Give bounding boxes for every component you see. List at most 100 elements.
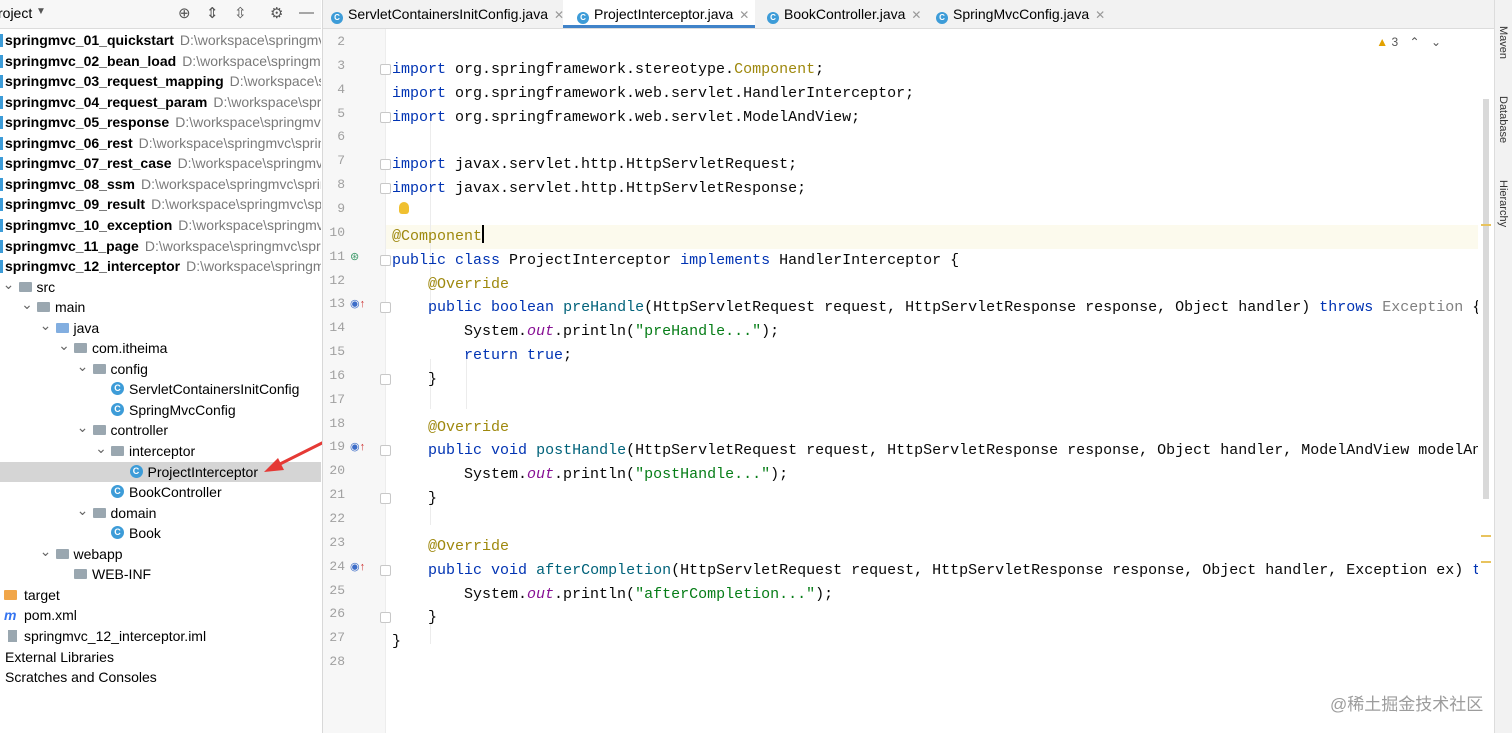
- scrollbar-thumb[interactable]: [1483, 99, 1489, 499]
- override-icon[interactable]: ◉↑: [350, 440, 365, 453]
- code-line[interactable]: System.out.println("afterCompletion...")…: [392, 583, 833, 607]
- chevron-down-icon[interactable]: ⌄: [1431, 35, 1441, 49]
- tree-item[interactable]: Scratches and Consoles: [0, 667, 321, 687]
- warning-marker[interactable]: [1481, 535, 1491, 537]
- folder-icon: [92, 363, 106, 374]
- tree-item[interactable]: springmvc_12_interceptor D:\workspace\spr…: [0, 256, 321, 276]
- tree-item-label: SpringMvcConfig: [129, 401, 236, 418]
- tree-item[interactable]: springmvc_01_quickstart D:\workspace\spri…: [0, 30, 321, 50]
- warning-marker[interactable]: [1481, 224, 1491, 226]
- tree-item[interactable]: External Libraries: [0, 647, 321, 667]
- chevron-up-icon[interactable]: ⌃: [1410, 35, 1420, 49]
- chevron-down-icon[interactable]: ⌄: [77, 417, 89, 437]
- tree-item[interactable]: ⌄ interceptor: [0, 438, 321, 461]
- tree-item[interactable]: ⌄ com.itheima: [0, 335, 321, 358]
- code-line[interactable]: @Override: [392, 416, 509, 440]
- code-line[interactable]: }: [392, 368, 437, 392]
- tree-item[interactable]: ⌄ src: [0, 274, 321, 297]
- tree-item[interactable]: target: [0, 585, 321, 605]
- tree-item[interactable]: ⌄ webapp: [0, 541, 321, 564]
- chevron-down-icon[interactable]: ⌄: [77, 356, 89, 376]
- tree-item[interactable]: WEB-INF: [0, 564, 321, 584]
- code-line[interactable]: System.out.println("preHandle...");: [392, 320, 779, 344]
- tree-item-class[interactable]: C BookController: [0, 482, 321, 502]
- chevron-down-icon[interactable]: ⌄: [3, 274, 15, 294]
- tree-item[interactable]: springmvc_05_response D:\workspace\spring…: [0, 112, 321, 132]
- tab-book-controller[interactable]: C BookController.java ✕: [767, 0, 921, 28]
- tree-item[interactable]: springmvc_08_ssm D:\workspace\springmvc\s…: [0, 174, 321, 194]
- folder-icon: [74, 343, 87, 354]
- tree-item[interactable]: m pom.xml: [0, 605, 321, 625]
- code-line[interactable]: }: [392, 606, 437, 630]
- code-line[interactable]: @Component: [392, 224, 485, 249]
- tree-item[interactable]: springmvc_04_request_param D:\workspace\s…: [0, 92, 321, 112]
- tree-item-class[interactable]: C SpringMvcConfig: [0, 400, 321, 420]
- code-line[interactable]: public class ProjectInterceptor implemen…: [392, 249, 959, 273]
- maven-tool-button[interactable]: Maven: [1497, 26, 1509, 59]
- code-line[interactable]: @Override: [392, 273, 509, 297]
- collapse-all-icon[interactable]: ⇳: [234, 4, 247, 22]
- tree-item[interactable]: ⌄ controller: [0, 417, 321, 440]
- error-stripe[interactable]: [1477, 29, 1495, 733]
- tree-item-label: ServletContainersInitConfig: [129, 381, 300, 398]
- chevron-down-icon[interactable]: ⌄: [77, 500, 89, 520]
- inspection-widget[interactable]: ▲ 3 ⌃ ⌄: [1376, 35, 1441, 49]
- hierarchy-tool-button[interactable]: Hierarchy: [1497, 180, 1509, 227]
- project-panel-title[interactable]: roject: [0, 5, 32, 21]
- close-icon[interactable]: ✕: [911, 8, 921, 22]
- chevron-down-icon[interactable]: ▼: [36, 6, 46, 17]
- code-line[interactable]: public void afterCompletion(HttpServletR…: [392, 559, 1478, 583]
- tree-item[interactable]: ⌄ config: [0, 356, 321, 379]
- warning-marker[interactable]: [1481, 561, 1491, 563]
- tab-project-interceptor[interactable]: C ProjectInterceptor.java ✕: [563, 0, 756, 28]
- tree-item[interactable]: springmvc_02_bean_load D:\workspace\sprin…: [0, 51, 321, 71]
- code-line[interactable]: import org.springframework.stereotype.Co…: [392, 58, 824, 82]
- code-line[interactable]: System.out.println("postHandle...");: [392, 463, 788, 487]
- chevron-down-icon[interactable]: ⌄: [58, 335, 70, 355]
- chevron-down-icon[interactable]: ⌄: [21, 294, 33, 314]
- tree-item[interactable]: springmvc_07_rest_case D:\workspace\sprin…: [0, 153, 321, 173]
- tree-item[interactable]: springmvc_09_result D:\workspace\springmv…: [0, 194, 321, 214]
- tree-item-class[interactable]: C ProjectInterceptor: [0, 461, 321, 482]
- code-line[interactable]: @Override: [392, 535, 509, 559]
- tree-item-label: springmvc_07_rest_case D:\workspace\sprin…: [5, 153, 321, 173]
- tree-item[interactable]: springmvc_06_rest D:\workspace\springmvc\…: [0, 133, 321, 153]
- line-number: 24: [329, 558, 345, 574]
- code-line[interactable]: }: [392, 630, 401, 654]
- code-line[interactable]: import javax.servlet.http.HttpServletReq…: [392, 153, 797, 177]
- code-line[interactable]: public void postHandle(HttpServletReques…: [392, 439, 1478, 463]
- tab-servlet-containers-init-config[interactable]: C ServletContainersInitConfig.java ✕: [331, 0, 564, 28]
- code-line[interactable]: import javax.servlet.http.HttpServletRes…: [392, 177, 806, 201]
- expand-all-icon[interactable]: ⇕: [206, 4, 219, 22]
- implementation-icon[interactable]: ⊛: [350, 250, 359, 263]
- override-icon[interactable]: ◉↑: [350, 560, 365, 573]
- tree-item-label: springmvc_03_request_mapping D:\workspace…: [5, 71, 321, 91]
- code-line[interactable]: return true;: [392, 344, 572, 368]
- tree-item[interactable]: ⌄ domain: [0, 500, 321, 523]
- code-line[interactable]: }: [392, 487, 437, 511]
- tree-item[interactable]: springmvc_11_page D:\workspace\springmvc\…: [0, 236, 321, 256]
- line-number: 8: [337, 177, 345, 193]
- tree-item[interactable]: springmvc_03_request_mapping D:\workspace…: [0, 71, 321, 91]
- code-line[interactable]: import org.springframework.web.servlet.M…: [392, 106, 860, 130]
- gear-icon[interactable]: ⚙: [270, 4, 283, 22]
- database-tool-button[interactable]: Database: [1497, 96, 1509, 143]
- code-line[interactable]: import org.springframework.web.servlet.H…: [392, 82, 914, 106]
- chevron-down-icon[interactable]: ⌄: [40, 315, 52, 335]
- chevron-down-icon[interactable]: ⌄: [40, 541, 52, 561]
- tree-item-label: Scratches and Consoles: [5, 669, 157, 686]
- override-icon[interactable]: ◉↑: [350, 297, 365, 310]
- code-area[interactable]: import org.springframework.stereotype.Co…: [386, 29, 1478, 733]
- code-line[interactable]: public boolean preHandle(HttpServletRequ…: [392, 296, 1478, 320]
- close-icon[interactable]: ✕: [1095, 8, 1105, 22]
- tree-item[interactable]: ⌄ java: [0, 315, 321, 338]
- tree-item[interactable]: springmvc_10_exception D:\workspace\sprin…: [0, 215, 321, 235]
- close-icon[interactable]: ✕: [739, 8, 749, 22]
- tree-item-class[interactable]: C ServletContainersInitConfig: [0, 379, 321, 399]
- locate-icon[interactable]: ⊕: [178, 4, 191, 22]
- tab-spring-mvc-config[interactable]: C SpringMvcConfig.java ✕: [936, 0, 1105, 28]
- chevron-down-icon[interactable]: ⌄: [95, 438, 107, 458]
- hide-icon[interactable]: —: [299, 4, 314, 21]
- tree-item[interactable]: springmvc_12_interceptor.iml: [0, 626, 321, 646]
- lightbulb-icon[interactable]: [399, 202, 409, 214]
